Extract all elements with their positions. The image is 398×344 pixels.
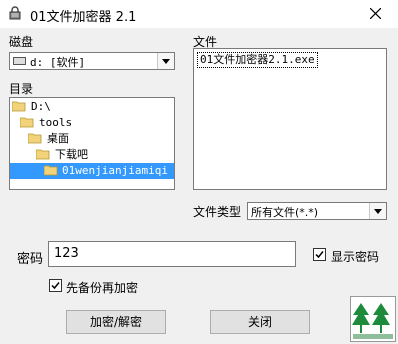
- show-password-checkbox[interactable]: [313, 248, 326, 261]
- directory-label: 目录: [9, 82, 34, 96]
- filetype-label: 文件类型: [193, 205, 242, 219]
- directory-tree[interactable]: D:\ tools 桌面 下载吧 01wenjianjiamiqi: [9, 97, 175, 190]
- open-folder-icon: [36, 149, 50, 160]
- tree-logo-icon: [352, 303, 393, 339]
- show-password-label[interactable]: 显示密码: [331, 248, 379, 265]
- watermark-logo: [350, 296, 396, 342]
- title-bar: 01文件加密器 2.1: [0, 0, 398, 28]
- checkmark-icon: [315, 251, 324, 259]
- chevron-down-icon: [374, 209, 382, 214]
- file-list-item[interactable]: 01文件加密器2.1.exe: [197, 52, 318, 68]
- encrypt-decrypt-button[interactable]: 加密/解密: [66, 310, 166, 334]
- filetype-select[interactable]: 所有文件(*.*): [247, 202, 387, 220]
- tree-item-label: 下载吧: [55, 148, 88, 161]
- open-folder-icon: [28, 133, 42, 144]
- drive-select-value: d: [软件]: [30, 56, 86, 69]
- file-list[interactable]: 01文件加密器2.1.exe: [193, 48, 387, 190]
- drive-select[interactable]: d: [软件]: [9, 52, 175, 70]
- filetype-select-value: 所有文件(*.*): [251, 206, 319, 219]
- tree-item-label: 桌面: [47, 132, 69, 145]
- password-label: 密码: [17, 252, 44, 267]
- backup-first-label[interactable]: 先备份再加密: [66, 279, 138, 296]
- backup-first-checkbox[interactable]: [49, 279, 62, 292]
- tree-item-label: D:\: [31, 100, 51, 113]
- tree-item-01wenjianjiamiqi[interactable]: 01wenjianjiamiqi: [10, 163, 174, 179]
- drive-label: 磁盘: [9, 35, 34, 49]
- checkmark-icon: [51, 282, 60, 290]
- chevron-down-icon: [162, 59, 170, 64]
- open-folder-icon: [12, 101, 26, 112]
- tree-item-label: tools: [39, 116, 73, 129]
- close-window-button[interactable]: [354, 0, 398, 28]
- password-input[interactable]: 123: [48, 241, 296, 267]
- drive-icon: [13, 57, 26, 65]
- filetype-dropdown-button[interactable]: [369, 203, 386, 219]
- app-lock-icon: [8, 6, 22, 20]
- password-value: 123: [54, 246, 79, 261]
- drive-dropdown-button[interactable]: [157, 53, 174, 69]
- open-folder-icon: [20, 117, 34, 128]
- tree-item-label: 01wenjianjiamiqi: [60, 163, 170, 179]
- close-button[interactable]: 关闭: [210, 310, 310, 334]
- close-icon: [370, 8, 381, 19]
- open-folder-icon: [44, 165, 58, 176]
- window-title: 01文件加密器 2.1: [30, 10, 137, 25]
